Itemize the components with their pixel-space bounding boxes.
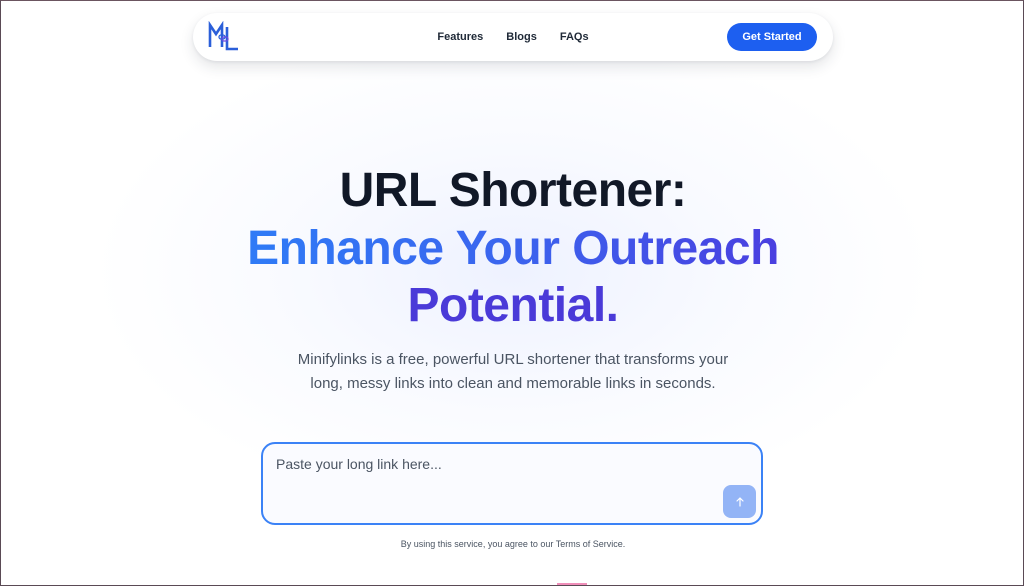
hero-subtitle-line1: Minifylinks is a free, powerful URL shor… — [297, 351, 729, 368]
hero-subtitle-line2: long, messy links into clean and memorab… — [310, 375, 716, 392]
long-link-input[interactable] — [276, 456, 716, 496]
shorten-submit-button[interactable] — [723, 485, 756, 518]
page-frame: Features Blogs FAQs Get Started URL Shor… — [0, 0, 1024, 586]
arrow-up-icon — [735, 496, 744, 507]
top-navbar: Features Blogs FAQs Get Started — [193, 13, 833, 61]
hero-subtitle: Minifylinks is a free, powerful URL shor… — [271, 348, 755, 396]
url-input-container — [261, 442, 763, 525]
hero-title-line2-text: Enhance Your Outreach — [247, 222, 779, 275]
hero-title-line1: URL Shortener: — [339, 164, 687, 217]
get-started-button[interactable]: Get Started — [727, 23, 817, 51]
terms-notice: By using this service, you agree to our … — [400, 539, 626, 549]
nav-link-faqs[interactable]: FAQs — [560, 31, 589, 43]
nav-link-blogs[interactable]: Blogs — [506, 31, 537, 43]
brand-logo[interactable] — [208, 20, 240, 53]
bottom-accent-line — [557, 583, 587, 585]
hero-title-line3: Potential. — [407, 279, 619, 332]
nav-link-features[interactable]: Features — [437, 31, 483, 43]
hero-title-line2: Enhance Your Outreach — [1, 221, 1023, 277]
ml-logo-icon — [208, 20, 238, 51]
